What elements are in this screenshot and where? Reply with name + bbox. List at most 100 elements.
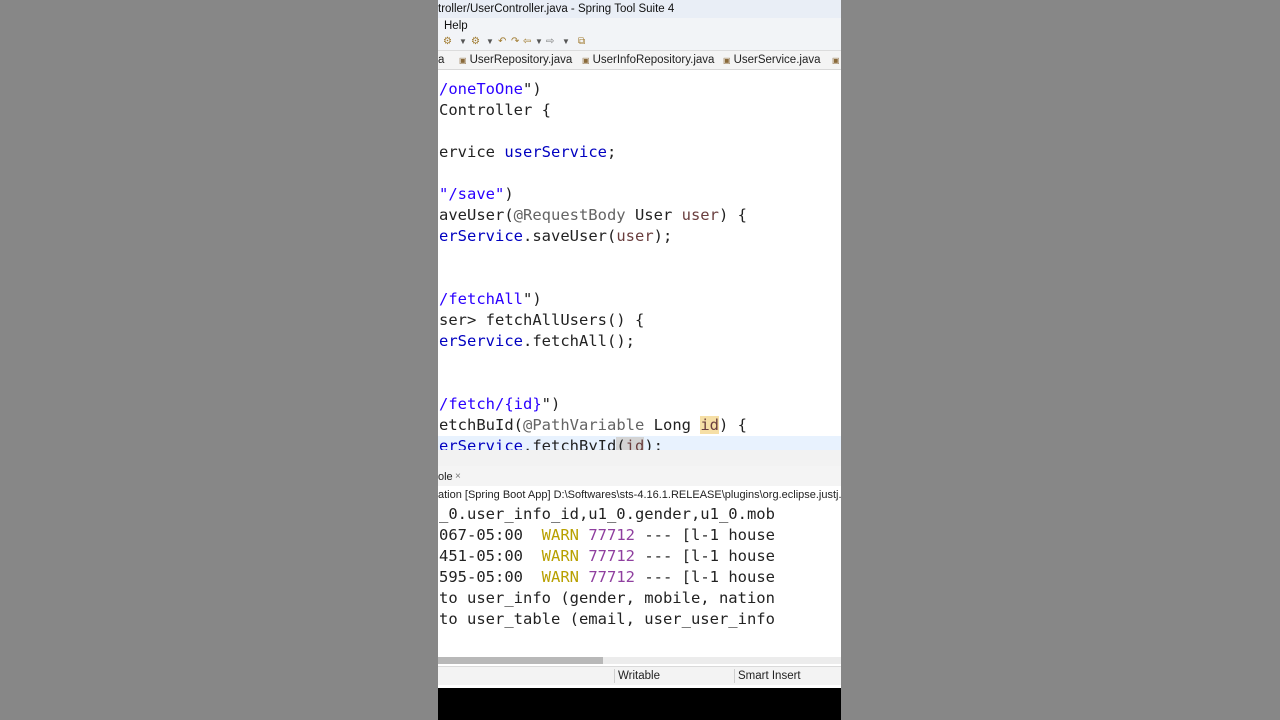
code-token: --- [l-1 house — [635, 526, 775, 544]
editor-tab-bar: a ▣ UserRepository.java ▣ UserInfoReposito… — [438, 51, 841, 70]
code-token: WARN — [541, 547, 579, 565]
status-bar: Writable Smart Insert — [438, 666, 841, 685]
code-token: .saveUser( — [523, 227, 617, 245]
forward-icon[interactable]: ⇨ — [546, 35, 554, 49]
tab-partial[interactable]: a — [438, 51, 444, 69]
code-token: erService — [439, 332, 523, 350]
code-token: ) — [504, 185, 514, 203]
code-line: /fetch/{id}") — [439, 394, 560, 415]
console-line: to user_info (gender, mobile, nation — [439, 588, 775, 609]
code-token: _0.user_info_id,u1_0.gender,u1_0.mob — [439, 505, 775, 523]
menu-bar: Help — [438, 18, 841, 34]
editor-scrollbar-area — [438, 450, 841, 467]
code-token: /oneToOne — [439, 80, 523, 98]
code-token: 067-05:00 — [439, 526, 542, 544]
java-file-icon: ▣ — [459, 56, 467, 65]
code-token: @PathVariable — [523, 416, 645, 434]
close-icon[interactable]: × — [455, 466, 461, 488]
chevron-down-icon[interactable]: ▼ — [459, 35, 467, 49]
code-line: erService.fetchAll(); — [439, 331, 635, 352]
code-token: ); — [644, 437, 664, 450]
code-token: ervice — [439, 143, 505, 161]
code-token: userService — [504, 143, 607, 161]
code-token: Controller { — [439, 101, 551, 119]
tab-user-repository[interactable]: ▣ UserRepository.java — [459, 51, 572, 69]
code-token: ") — [523, 290, 542, 308]
code-token: Long — [644, 416, 701, 434]
code-token: ) { — [719, 416, 747, 434]
toolbar: ⚙ ▼ ⚙ ▼ ↶ ↷ ⇦ ▼ ⇨ ▼ ⧉ — [438, 34, 841, 51]
code-line: Controller { — [439, 100, 551, 121]
code-token: --- [l-1 house — [635, 547, 775, 565]
code-token: 77712 — [588, 547, 635, 565]
code-token: erService — [439, 437, 523, 450]
status-insert-mode: Smart Insert — [738, 670, 801, 682]
code-line: etchBuId(@PathVariable Long id) { — [439, 415, 747, 436]
run-icon[interactable]: ⚙ — [471, 35, 480, 49]
code-token: ); — [653, 227, 673, 245]
code-token: ") — [541, 395, 561, 413]
new-icon[interactable]: ⚙ — [443, 35, 452, 49]
window-title: troller/UserController.java - Spring Too… — [438, 3, 675, 15]
code-token: /fetch/{id} — [439, 395, 542, 413]
code-token: .fetchById — [523, 437, 617, 450]
code-token: @RequestBody — [513, 206, 626, 224]
code-token: /fetchAll — [439, 290, 523, 308]
status-writable: Writable — [618, 670, 660, 682]
code-token: etchBuId( — [439, 416, 523, 434]
video-letterbox-bar — [438, 688, 841, 720]
code-token: --- [l-1 house — [635, 568, 775, 586]
code-token: aveUser( — [439, 206, 514, 224]
chevron-down-icon[interactable]: ▼ — [535, 35, 543, 49]
code-token: id — [625, 437, 645, 450]
code-token: WARN — [541, 526, 579, 544]
java-file-icon: ▣ — [832, 56, 840, 65]
tab-user-info-repository[interactable]: ▣ UserInfoRepository.java — [582, 51, 714, 69]
code-token: .fetchAll(); — [523, 332, 635, 350]
code-token: ser> fetchAllUsers() { — [439, 311, 645, 329]
tab-console[interactable]: ole — [438, 466, 453, 488]
code-token: WARN — [541, 568, 579, 586]
code-token: user — [616, 227, 654, 245]
menu-item-help[interactable]: Help — [444, 18, 468, 34]
tab-user-service[interactable]: ▣ UserService.java — [723, 51, 820, 69]
code-line: /oneToOne") — [439, 79, 542, 100]
chevron-down-icon[interactable]: ▼ — [562, 35, 570, 49]
annotation-prev-icon[interactable]: ↶ — [498, 35, 506, 49]
code-token: ( — [616, 437, 626, 450]
console-line: 595-05:00 WARN 77712 --- [l-1 house — [439, 567, 775, 588]
console-line: 451-05:00 WARN 77712 --- [l-1 house — [439, 546, 775, 567]
code-line: aveUser(@RequestBody User user) { — [439, 205, 747, 226]
code-line: erService.fetchById(id); — [439, 436, 663, 450]
ide-window: troller/UserController.java - Spring Too… — [438, 0, 841, 688]
status-divider — [614, 669, 615, 683]
chevron-down-icon[interactable]: ▼ — [486, 35, 494, 49]
tab-overflow[interactable]: ▣ — [832, 51, 841, 69]
open-perspective-icon[interactable]: ⧉ — [578, 35, 585, 49]
console-tab-bar: ole × — [438, 466, 841, 486]
horizontal-scrollbar-thumb[interactable] — [438, 657, 603, 664]
code-token: User — [625, 206, 682, 224]
code-token: id — [700, 416, 719, 434]
window-titlebar: troller/UserController.java - Spring Too… — [438, 0, 841, 18]
back-icon[interactable]: ⇦ — [523, 35, 531, 49]
code-line: ser> fetchAllUsers() { — [439, 310, 644, 331]
code-token: 451-05:00 — [439, 547, 542, 565]
code-token: to user_table (email, user_user_info — [439, 610, 775, 628]
code-line: /fetchAll") — [439, 289, 542, 310]
code-line: erService.saveUser(user); — [439, 226, 672, 247]
code-token: to user_info (gender, mobile, nation — [439, 589, 775, 607]
code-token: 77712 — [588, 526, 635, 544]
code-token: ") — [523, 80, 542, 98]
console-line: _0.user_info_id,u1_0.gender,u1_0.mob — [439, 504, 775, 525]
console-output[interactable]: _0.user_info_id,u1_0.gender,u1_0.mob 067-… — [438, 503, 841, 653]
code-line: "/save") — [439, 184, 514, 205]
annotation-next-icon[interactable]: ↷ — [511, 35, 519, 49]
code-token: 595-05:00 — [439, 568, 542, 586]
code-token: 77712 — [588, 568, 635, 586]
code-editor[interactable]: /oneToOne") Controller {ervice userServic… — [438, 70, 841, 450]
status-divider — [734, 669, 735, 683]
